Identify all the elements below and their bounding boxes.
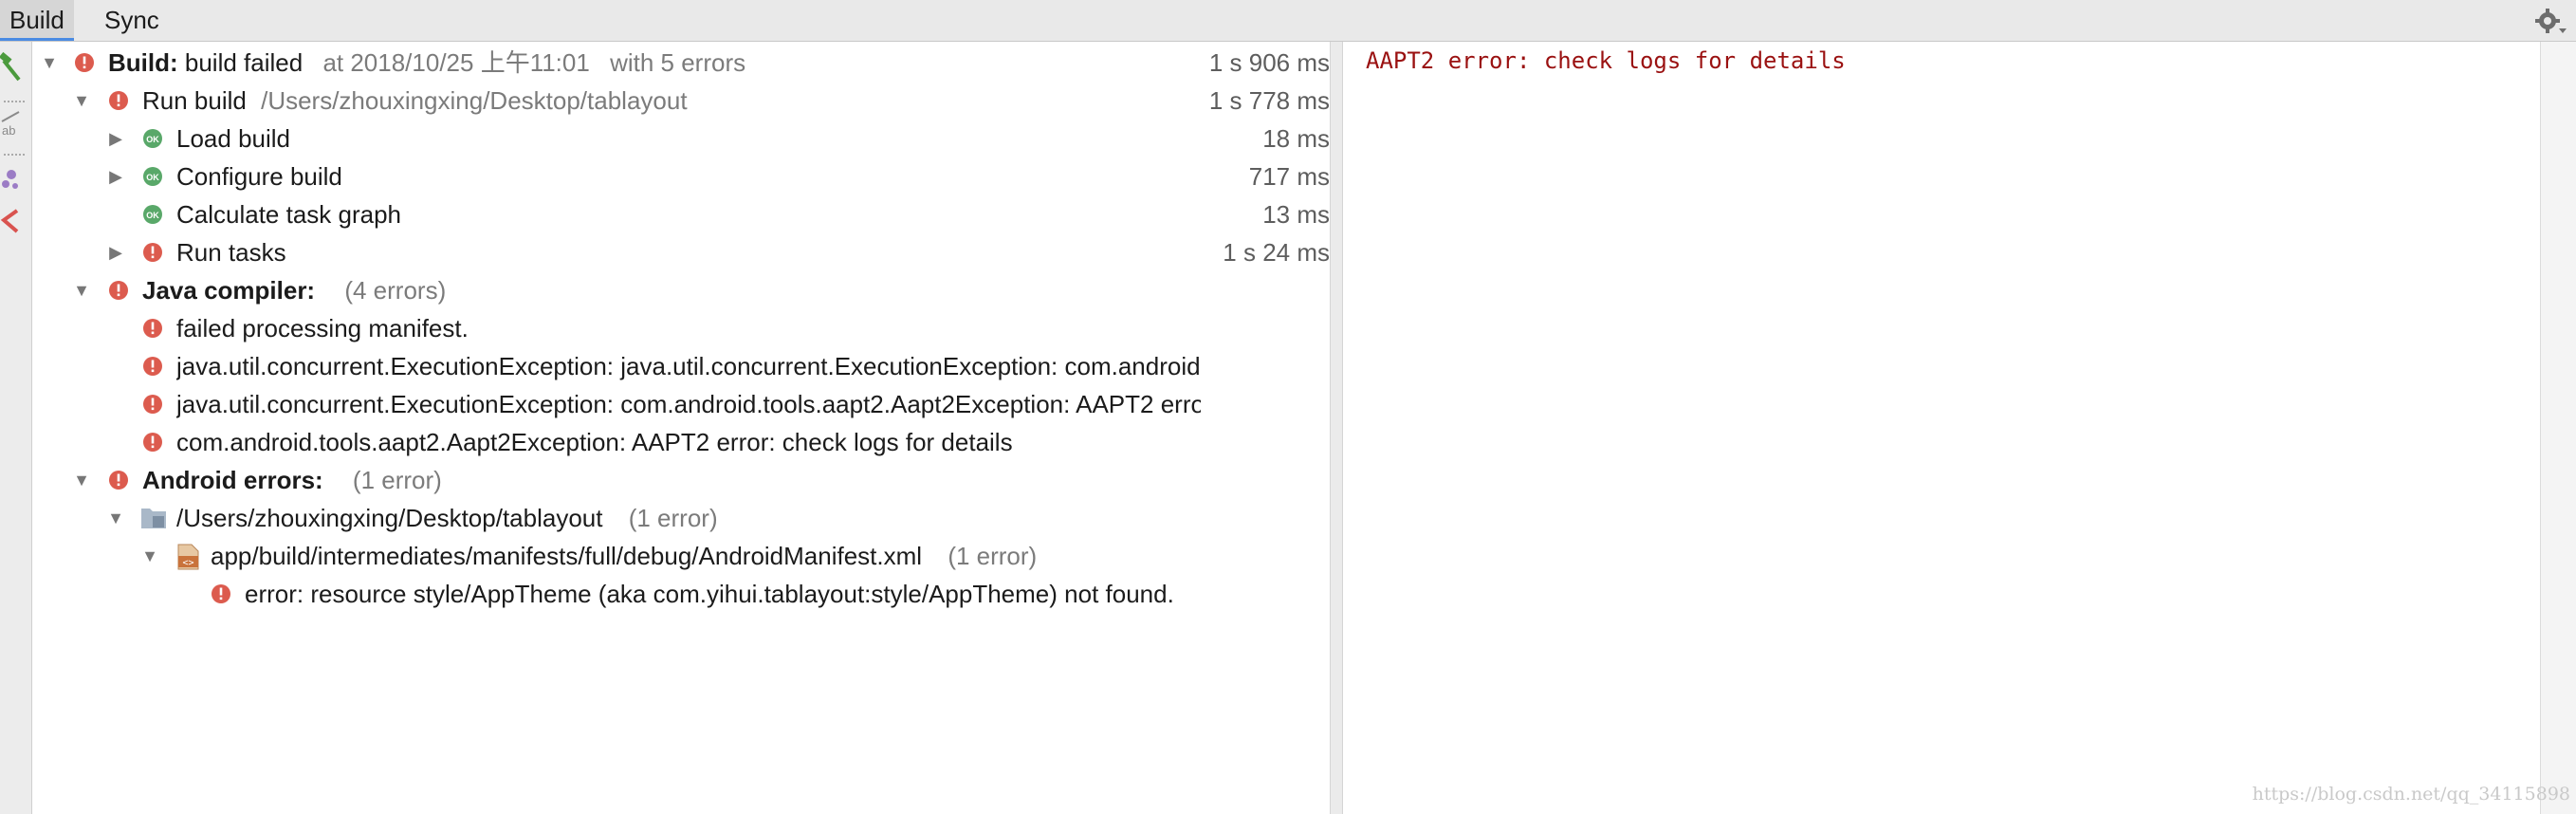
error-icon — [143, 357, 162, 376]
duration: 1 s 24 ms — [1223, 238, 1330, 267]
manifest-error-count: (1 error) — [948, 542, 1038, 570]
svg-text:ab: ab — [2, 123, 15, 138]
filter-icon[interactable] — [0, 163, 28, 195]
tree-row-java-error[interactable]: java.util.concurrent.ExecutionException:… — [34, 347, 1330, 385]
error-icon — [143, 433, 162, 452]
duration: 1 s 778 ms — [1208, 86, 1330, 115]
folder-icon — [141, 509, 166, 528]
build-error-count: with 5 errors — [610, 48, 746, 77]
tree-row-java-error[interactable]: java.util.concurrent.ExecutionException:… — [34, 385, 1330, 423]
tab-build[interactable]: Build — [0, 0, 74, 41]
tree-row-android-errors[interactable]: ▼ Android errors: (1 error) — [34, 461, 1330, 499]
svg-text:OK: OK — [146, 211, 159, 220]
toggle-view-icon[interactable]: ab — [0, 108, 28, 140]
svg-text:OK: OK — [146, 173, 159, 182]
error-message: failed processing manifest. — [176, 314, 469, 342]
error-icon — [143, 319, 162, 338]
collapse-arrow-icon[interactable]: ▶ — [106, 120, 125, 157]
vertical-scrollbar[interactable] — [2540, 42, 2576, 814]
run-tasks-label: Run tasks — [176, 238, 286, 267]
error-message: java.util.concurrent.ExecutionException:… — [176, 352, 1201, 380]
tree-row-resource-error[interactable]: error: resource style/AppTheme (aka com.… — [34, 575, 1330, 613]
build-status: build failed — [184, 48, 304, 77]
expand-arrow-icon[interactable]: ▼ — [72, 271, 91, 309]
configure-build-label: Configure build — [176, 162, 342, 191]
side-toolbar: ab — [0, 42, 32, 814]
expand-arrow-icon[interactable]: ▼ — [106, 499, 125, 537]
error-icon — [143, 243, 162, 262]
run-build-path: /Users/zhouxingxing/Desktop/tablayout — [261, 86, 688, 115]
error-message: com.android.tools.aapt2.Aapt2Exception: … — [176, 428, 1013, 456]
expand-arrow-icon[interactable]: ▼ — [72, 82, 91, 120]
duration: 1 s 906 ms — [1208, 48, 1330, 77]
ok-icon: OK — [143, 205, 162, 224]
error-icon — [143, 395, 162, 414]
tool-window-header: Build Sync — [0, 0, 2576, 42]
svg-text:<>: <> — [182, 558, 193, 568]
tree-row-java-error[interactable]: failed processing manifest. — [34, 309, 1330, 347]
expand-arrow-icon[interactable]: ▼ — [72, 461, 91, 499]
project-dir-label: /Users/zhouxingxing/Desktop/tablayout — [176, 504, 603, 532]
error-icon — [109, 91, 128, 110]
console-output[interactable]: AAPT2 error: check logs for details — [1343, 42, 2540, 814]
tree-row-java-compiler[interactable]: ▼ Java compiler: (4 errors) — [34, 271, 1330, 309]
watermark: https://blog.csdn.net/qq_34115898 — [2252, 784, 2570, 805]
calculate-task-graph-label: Calculate task graph — [176, 200, 402, 229]
expand-arrow-icon[interactable]: ▼ — [140, 537, 159, 575]
tree-row-manifest-file[interactable]: ▼ <> app/build/intermediates/manifests/f… — [34, 537, 1330, 575]
xml-file-icon: <> — [177, 544, 199, 570]
build-tree: ▼ Build: build failed at 2018/10/25 上午11… — [34, 42, 1330, 814]
gear-icon[interactable] — [2532, 4, 2567, 38]
svg-text:OK: OK — [146, 135, 159, 144]
ok-icon: OK — [143, 167, 162, 186]
tree-row-run-tasks[interactable]: ▶ Run tasks 1 s 24 ms — [34, 233, 1330, 271]
tree-row-build-root[interactable]: ▼ Build: build failed at 2018/10/25 上午11… — [34, 44, 1330, 82]
hammer-icon[interactable] — [0, 51, 28, 83]
java-compiler-label: Java compiler: — [142, 276, 316, 305]
error-icon — [109, 281, 128, 300]
error-icon — [212, 584, 230, 603]
close-pin-icon[interactable] — [0, 205, 28, 237]
error-icon — [75, 53, 94, 72]
manifest-path-label: app/build/intermediates/manifests/full/d… — [211, 542, 923, 570]
build-time: at 2018/10/25 上午11:01 — [322, 48, 590, 77]
console-error-line: AAPT2 error: check logs for details — [1366, 47, 1846, 74]
error-icon — [109, 471, 128, 490]
load-build-label: Load build — [176, 124, 290, 153]
tree-row-project-dir[interactable]: ▼ /Users/zhouxingxing/Desktop/tablayout … — [34, 499, 1330, 537]
pane-splitter[interactable] — [1330, 42, 1343, 814]
tree-row-configure-build[interactable]: ▶ OK Configure build 717 ms — [34, 157, 1330, 195]
tree-row-run-build[interactable]: ▼ Run build /Users/zhouxingxing/Desktop/… — [34, 82, 1330, 120]
expand-arrow-icon[interactable]: ▼ — [40, 44, 59, 82]
ok-icon: OK — [143, 129, 162, 148]
build-label: Build: — [108, 48, 178, 77]
tab-sync[interactable]: Sync — [95, 0, 169, 41]
collapse-arrow-icon[interactable]: ▶ — [106, 157, 125, 195]
run-build-label: Run build — [142, 86, 247, 115]
android-errors-label: Android errors: — [142, 466, 323, 494]
tree-row-java-error[interactable]: com.android.tools.aapt2.Aapt2Exception: … — [34, 423, 1330, 461]
android-errors-count: (1 error) — [352, 466, 442, 494]
error-message: error: resource style/AppTheme (aka com.… — [245, 580, 1174, 608]
tree-row-load-build[interactable]: ▶ OK Load build 18 ms — [34, 120, 1330, 157]
collapse-arrow-icon[interactable]: ▶ — [106, 233, 125, 271]
tree-row-calculate-task-graph[interactable]: OK Calculate task graph 13 ms — [34, 195, 1330, 233]
duration: 717 ms — [1248, 162, 1330, 191]
duration: 13 ms — [1262, 200, 1330, 229]
duration: 18 ms — [1262, 124, 1330, 153]
project-dir-count: (1 error) — [628, 504, 718, 532]
error-message: java.util.concurrent.ExecutionException:… — [176, 390, 1201, 418]
java-compiler-count: (4 errors) — [344, 276, 447, 305]
